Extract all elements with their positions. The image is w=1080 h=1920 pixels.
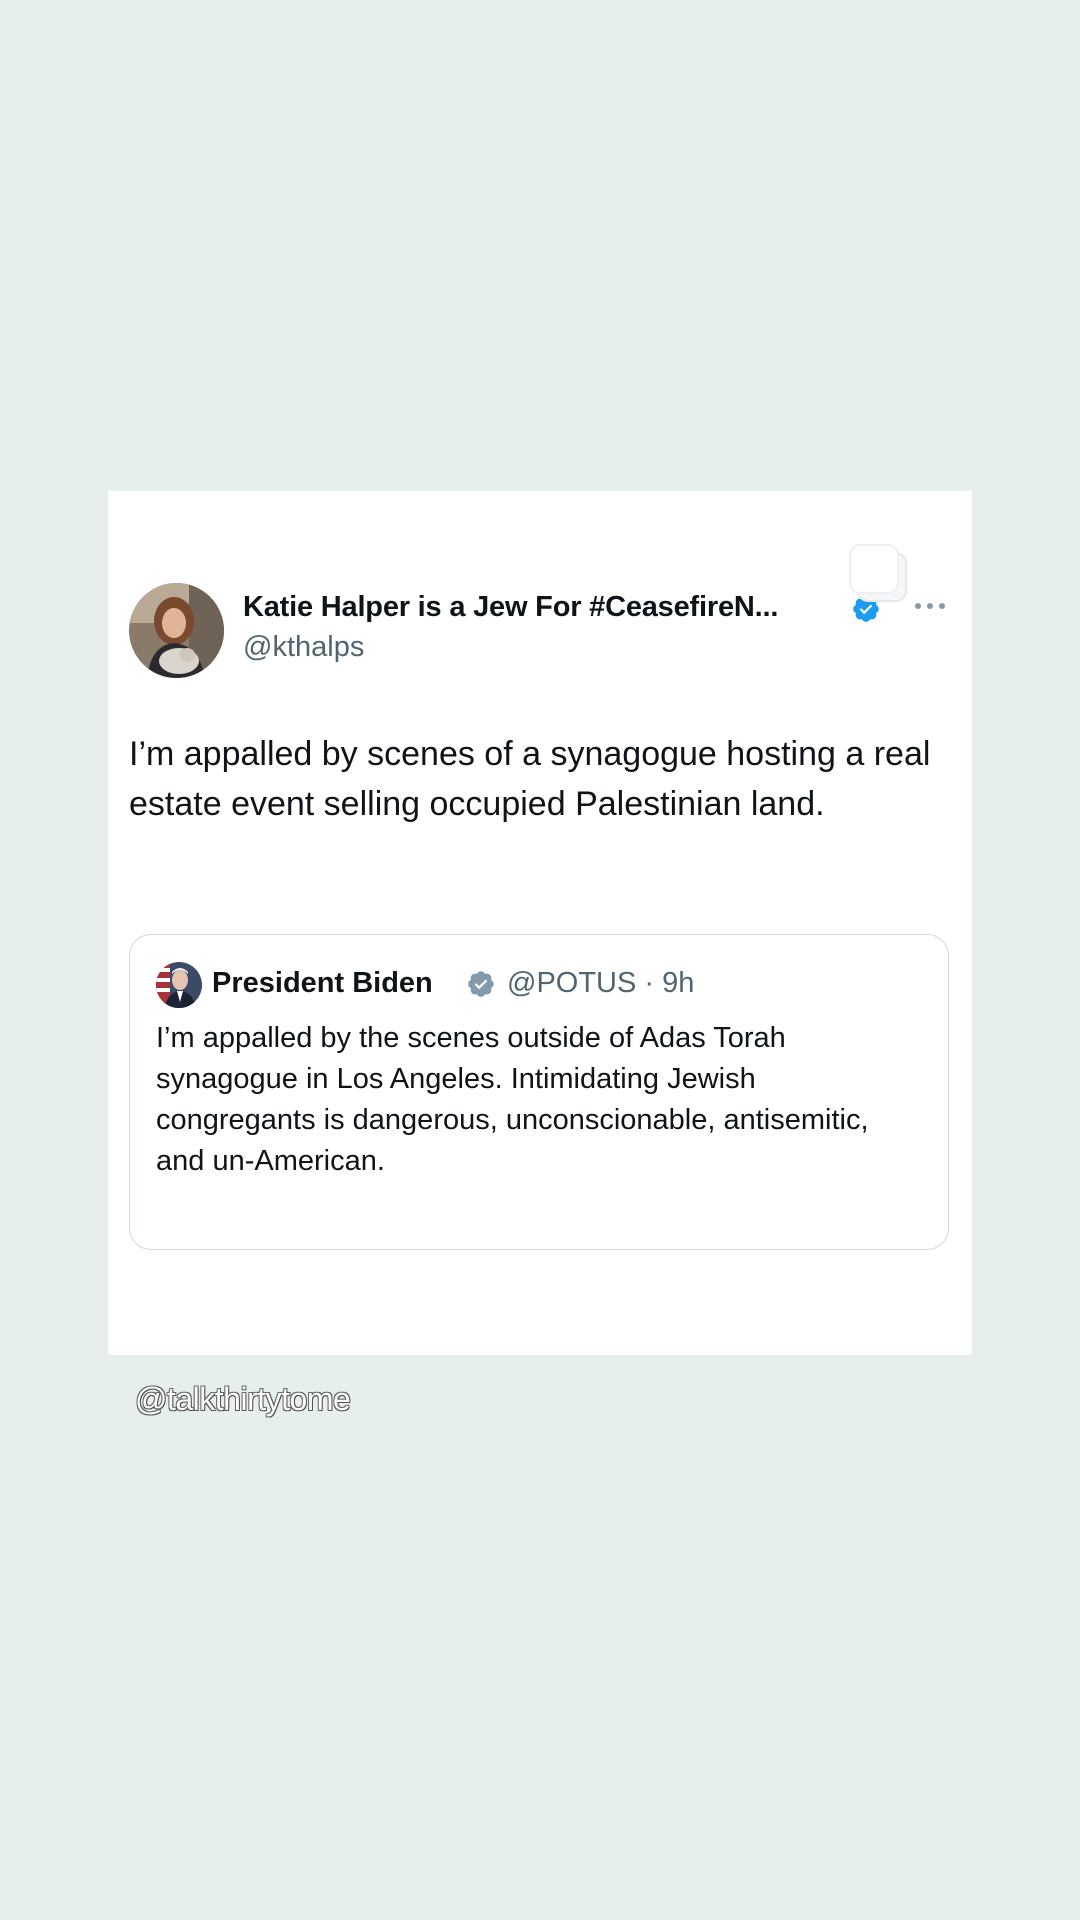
author-avatar[interactable] [129, 583, 224, 678]
quoted-tweet[interactable]: President Biden @POTUS · 9h I’m appalled… [129, 934, 949, 1250]
quoted-handle-time[interactable]: @POTUS · 9h [507, 967, 694, 1000]
copy-icon[interactable] [848, 543, 910, 605]
quoted-author-avatar[interactable] [156, 962, 202, 1008]
watermark: @talkthirtytome [135, 1381, 351, 1417]
author-handle[interactable]: @kthalps [243, 631, 364, 664]
quoted-tweet-text: I’m appalled by the scenes outside of Ad… [156, 1022, 869, 1177]
tweet-card: Katie Halper is a Jew For #CeasefireN...… [108, 491, 972, 1355]
more-options-icon[interactable] [913, 599, 947, 613]
verified-badge-icon [468, 971, 494, 997]
quoted-author-display-name[interactable]: President Biden [212, 967, 433, 1000]
author-display-name[interactable]: Katie Halper is a Jew For #CeasefireN... [243, 591, 778, 624]
tweet-text: I’m appalled by scenes of a synagogue ho… [129, 735, 931, 823]
